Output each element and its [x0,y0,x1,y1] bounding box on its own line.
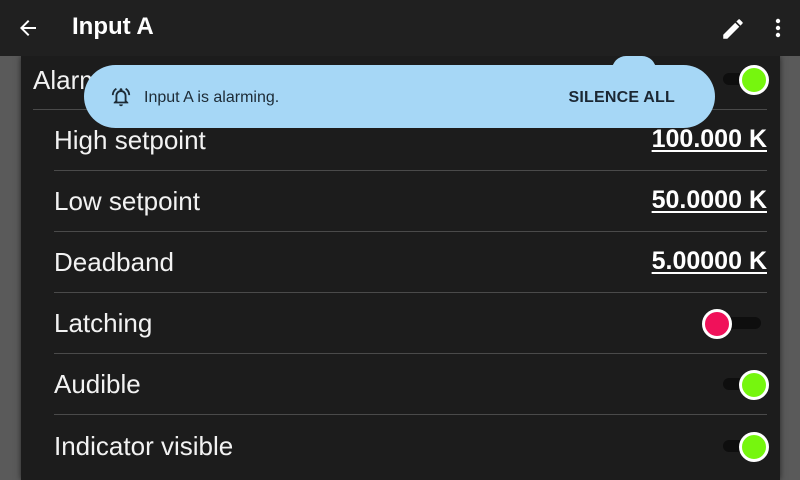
deadband-label: Deadband [54,247,174,277]
latching-row[interactable]: Latching [54,293,767,354]
app-bar: Input A [0,0,800,56]
audible-label: Audible [54,369,141,399]
alarm-snackbar: Input A is alarming. SILENCE ALL [84,65,715,128]
silence-all-button[interactable]: SILENCE ALL [569,89,676,107]
high-setpoint-label: High setpoint [54,125,206,155]
deadband-row[interactable]: Deadband 5.00000 K [54,232,767,293]
audible-row[interactable]: Audible [54,354,769,415]
low-setpoint-value[interactable]: 50.0000 K [652,186,767,215]
indicator-visible-label: Indicator visible [54,431,234,461]
toggle-knob [739,432,769,462]
high-setpoint-value[interactable]: 100.000 K [652,125,767,154]
toggle-knob [739,370,769,400]
page-title: Input A [72,13,154,40]
pencil-icon[interactable] [720,16,746,42]
deadband-value[interactable]: 5.00000 K [652,247,767,276]
audible-toggle[interactable] [715,368,769,400]
indicator-visible-row[interactable]: Indicator visible [54,416,769,477]
low-setpoint-label: Low setpoint [54,186,200,216]
snackbar-message: Input A is alarming. [144,89,280,106]
indicator-visible-toggle[interactable] [715,430,769,462]
latching-label: Latching [54,308,153,338]
alarm-toggle[interactable] [715,63,769,95]
arrow-back-icon[interactable] [16,16,40,40]
toggle-knob [739,65,769,95]
low-setpoint-row[interactable]: Low setpoint 50.0000 K [54,171,767,232]
toggle-knob [702,309,732,339]
bell-icon [111,88,131,107]
latching-toggle[interactable] [702,307,767,339]
more-vert-icon[interactable] [768,16,788,40]
